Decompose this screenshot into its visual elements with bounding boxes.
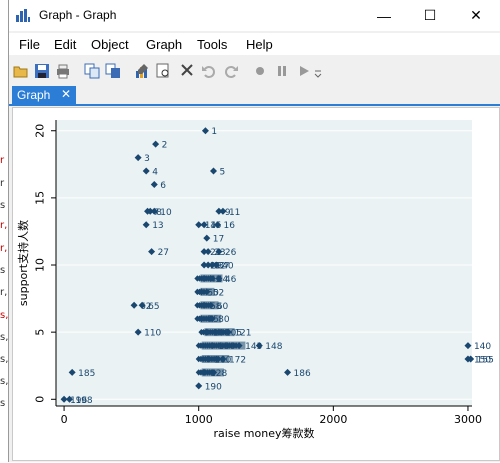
open-icon[interactable] bbox=[13, 63, 29, 79]
menu-tools[interactable]: Tools bbox=[197, 37, 227, 52]
point-label: 52 bbox=[213, 288, 224, 298]
point-label: 17 bbox=[213, 235, 224, 245]
tab-graph[interactable]: Graph ✕ bbox=[12, 86, 76, 105]
point-label: 10 bbox=[160, 208, 172, 218]
point-label: 140 bbox=[474, 342, 491, 352]
toolbar bbox=[9, 57, 500, 85]
preview-icon[interactable] bbox=[155, 63, 171, 79]
point-label: 190 bbox=[205, 382, 222, 392]
undo-icon[interactable] bbox=[201, 63, 217, 79]
point-label: 3 bbox=[144, 154, 150, 164]
point-label: 172 bbox=[229, 356, 246, 366]
point-label: 60 bbox=[217, 302, 229, 312]
pointer-icon[interactable] bbox=[179, 63, 195, 79]
dropdown-icon[interactable] bbox=[313, 63, 323, 79]
point-label: 27 bbox=[158, 248, 169, 258]
menu-file[interactable]: File bbox=[19, 37, 40, 52]
title-bar: Graph - Graph — ☐ ✕ bbox=[9, 0, 500, 31]
point-label: 110 bbox=[144, 329, 161, 339]
tab-underline bbox=[9, 104, 500, 106]
point-label: 128 bbox=[210, 369, 227, 379]
y-axis-label: support支持人数 bbox=[16, 220, 30, 306]
point-label: 6 bbox=[160, 181, 166, 191]
point-label: 40 bbox=[222, 262, 234, 272]
point-label: 130 bbox=[218, 342, 235, 352]
point-label: 121 bbox=[234, 329, 251, 339]
menu-object[interactable]: Object bbox=[91, 37, 129, 52]
redo-icon[interactable] bbox=[223, 63, 239, 79]
point-label: 4 bbox=[152, 168, 158, 178]
point-label: 26 bbox=[225, 248, 237, 258]
point-label: 65 bbox=[148, 302, 159, 312]
point-label: 16 bbox=[224, 221, 236, 231]
graph-window: Graph - Graph — ☐ ✕ File Edit Object Gra… bbox=[8, 0, 500, 462]
menu-bar: File Edit Object Graph Tools Help bbox=[9, 33, 500, 55]
point-label: 80 bbox=[218, 315, 230, 325]
y-tick-label: 10 bbox=[34, 258, 47, 272]
maximize-button[interactable]: ☐ bbox=[407, 0, 453, 31]
point-label: 155 bbox=[477, 356, 494, 366]
y-tick-label: 20 bbox=[34, 124, 47, 138]
point-label: 2 bbox=[162, 141, 168, 151]
pause-icon[interactable] bbox=[274, 63, 290, 79]
x-tick-label: 1000 bbox=[185, 413, 213, 426]
point-label: 5 bbox=[220, 168, 226, 178]
print-icon[interactable] bbox=[55, 63, 71, 79]
x-tick-label: 3000 bbox=[454, 413, 482, 426]
tab-close-icon[interactable]: ✕ bbox=[61, 87, 71, 101]
point-label: 186 bbox=[294, 369, 311, 379]
y-tick-label: 15 bbox=[34, 191, 47, 205]
y-tick-label: 5 bbox=[34, 329, 47, 336]
point-label: 1 bbox=[211, 127, 217, 137]
minimize-button[interactable]: — bbox=[361, 0, 407, 31]
point-label: 148 bbox=[265, 342, 282, 352]
plot-region bbox=[56, 120, 472, 406]
point-label: 13 bbox=[152, 221, 163, 231]
point-label: 46 bbox=[225, 275, 237, 285]
save-icon[interactable] bbox=[34, 63, 50, 79]
window-title: Graph - Graph bbox=[39, 8, 117, 22]
tab-label: Graph bbox=[17, 88, 51, 102]
stata-graph-icon bbox=[16, 9, 30, 22]
menu-edit[interactable]: Edit bbox=[54, 37, 76, 52]
x-axis-label: raise money筹款数 bbox=[213, 426, 314, 440]
x-tick-label: 2000 bbox=[319, 413, 347, 426]
record-icon[interactable] bbox=[252, 63, 268, 79]
y-tick-label: 0 bbox=[34, 396, 47, 403]
x-tick-label: 0 bbox=[61, 413, 68, 426]
menu-graph[interactable]: Graph bbox=[146, 37, 182, 52]
graph-editor-icon[interactable] bbox=[134, 63, 150, 79]
point-label: 198 bbox=[75, 396, 92, 406]
close-button[interactable]: ✕ bbox=[453, 0, 499, 31]
tab-row: Graph ✕ bbox=[9, 85, 500, 105]
menu-help[interactable]: Help bbox=[246, 37, 273, 52]
scatter-chart: 051015200 1000 2000 3000raise money筹款数suppo… bbox=[16, 120, 494, 440]
copy-graph-icon[interactable] bbox=[105, 63, 121, 79]
copy-icon[interactable] bbox=[84, 63, 100, 79]
point-label: 185 bbox=[78, 369, 95, 379]
point-label: 11 bbox=[229, 208, 240, 218]
play-icon[interactable] bbox=[296, 63, 312, 79]
graph-frame: 0 5 10 15 20 0 1000 2000 3000 raise money筹款数 suppo… bbox=[12, 107, 500, 461]
